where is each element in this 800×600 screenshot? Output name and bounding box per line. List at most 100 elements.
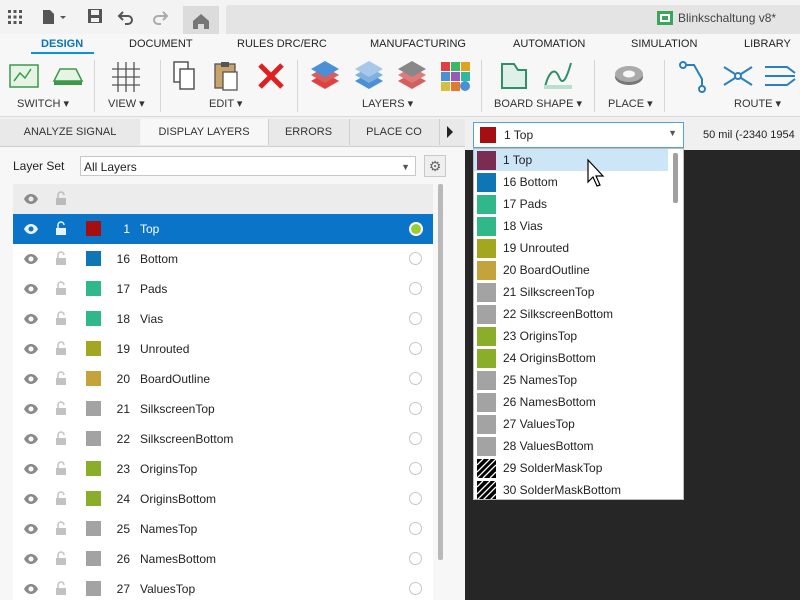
layer-row[interactable]: 22 SilkscreenBottom xyxy=(13,424,433,454)
layer-row[interactable]: 21 SilkscreenTop xyxy=(13,394,433,424)
save-icon[interactable] xyxy=(86,8,104,26)
tab-simulation[interactable]: SIMULATION xyxy=(631,38,697,50)
multi-route-icon[interactable] xyxy=(763,59,800,93)
layer-row[interactable]: 17 Pads xyxy=(13,274,433,304)
visibility-eye-icon[interactable] xyxy=(23,432,39,446)
layer-dropdown-item[interactable]: 26 NamesBottom xyxy=(474,391,668,413)
layer-row[interactable]: 19 Unrouted xyxy=(13,334,433,364)
tab-analyze-signal[interactable]: ANALYZE SIGNAL xyxy=(0,119,141,145)
tab-place-components[interactable]: PLACE CO xyxy=(349,119,440,145)
layer-color-swatch[interactable] xyxy=(86,401,101,416)
layers-group-label[interactable]: LAYERS ▾ xyxy=(362,97,413,110)
tab-manufacturing[interactable]: MANUFACTURING xyxy=(370,38,466,50)
visibility-eye-icon[interactable] xyxy=(23,282,39,296)
gear-icon[interactable]: ⚙ xyxy=(424,155,446,177)
paste-icon[interactable] xyxy=(212,59,242,93)
lock-icon[interactable] xyxy=(55,460,67,476)
layer-color-swatch[interactable] xyxy=(86,461,101,476)
visibility-eye-icon[interactable] xyxy=(23,522,39,536)
layer-color-swatch[interactable] xyxy=(86,251,101,266)
place-group-label[interactable]: PLACE ▾ xyxy=(608,97,653,110)
layer-row[interactable]: 1 Top xyxy=(13,214,433,244)
active-layer-radio[interactable] xyxy=(409,252,422,265)
visibility-eye-icon[interactable] xyxy=(23,582,39,596)
board-shape-group-label[interactable]: BOARD SHAPE ▾ xyxy=(494,97,582,110)
lock-icon[interactable] xyxy=(55,310,67,326)
lock-icon[interactable] xyxy=(55,490,67,506)
layer-color-swatch[interactable] xyxy=(86,581,101,596)
layer-dropdown-item[interactable]: 16 Bottom xyxy=(474,171,668,193)
active-layer-radio[interactable] xyxy=(409,402,422,415)
layer-colors-icon[interactable] xyxy=(438,59,472,93)
layer-color-swatch[interactable] xyxy=(86,371,101,386)
lock-icon[interactable] xyxy=(55,340,67,356)
layer-color-swatch[interactable] xyxy=(86,521,101,536)
layer-dropdown-item[interactable]: 19 Unrouted xyxy=(474,237,668,259)
visibility-eye-icon[interactable] xyxy=(23,402,39,416)
visibility-eye-icon[interactable] xyxy=(23,552,39,566)
lock-icon[interactable] xyxy=(55,250,67,266)
active-layer-combobox[interactable]: 1 Top ▼ xyxy=(473,122,684,148)
layer-row[interactable]: 27 ValuesTop xyxy=(13,574,433,600)
layer-color-swatch[interactable] xyxy=(86,281,101,296)
lock-icon[interactable] xyxy=(55,280,67,296)
layer-list-scrollbar[interactable] xyxy=(438,184,443,560)
place-hole-icon[interactable] xyxy=(612,59,646,93)
layer-row[interactable]: 20 BoardOutline xyxy=(13,364,433,394)
active-layer-radio[interactable] xyxy=(409,372,422,385)
fanout-icon[interactable] xyxy=(721,59,755,93)
copy-icon[interactable] xyxy=(170,59,200,93)
lock-icon[interactable] xyxy=(55,430,67,446)
visibility-eye-icon[interactable] xyxy=(23,462,39,476)
layers-red-icon[interactable] xyxy=(308,59,342,93)
route-group-label[interactable]: ROUTE ▾ xyxy=(734,97,781,110)
tab-display-layers[interactable]: DISPLAY LAYERS xyxy=(140,119,269,145)
visibility-eye-icon[interactable] xyxy=(23,312,39,326)
board-outline-icon[interactable] xyxy=(497,59,531,93)
layer-color-swatch[interactable] xyxy=(86,551,101,566)
layer-color-swatch[interactable] xyxy=(86,341,101,356)
layer-dropdown-item[interactable]: 27 ValuesTop xyxy=(474,413,668,435)
lock-icon[interactable] xyxy=(55,220,67,236)
layer-dropdown-item[interactable]: 21 SilkscreenTop xyxy=(474,281,668,303)
layer-dropdown-item[interactable]: 20 BoardOutline xyxy=(474,259,668,281)
tab-library[interactable]: LIBRARY xyxy=(744,38,791,50)
tab-rules-drc-erc[interactable]: RULES DRC/ERC xyxy=(237,38,327,50)
layer-dropdown-item[interactable]: 25 NamesTop xyxy=(474,369,668,391)
switch-group-label[interactable]: SWITCH ▾ xyxy=(17,97,69,110)
unlock-all-icon[interactable] xyxy=(55,190,67,206)
tab-document[interactable]: DOCUMENT xyxy=(129,38,193,50)
layer-row[interactable]: 24 OriginsBottom xyxy=(13,484,433,514)
layer-dropdown-item[interactable]: 30 SolderMaskBottom xyxy=(474,479,668,499)
layer-dropdown-item[interactable]: 17 Pads xyxy=(474,193,668,215)
lock-icon[interactable] xyxy=(55,520,67,536)
active-layer-radio[interactable] xyxy=(409,312,422,325)
switch-schematic-icon[interactable] xyxy=(8,59,42,93)
layer-row[interactable]: 16 Bottom xyxy=(13,244,433,274)
layer-color-swatch[interactable] xyxy=(86,221,101,236)
board-shape-curve-icon[interactable] xyxy=(541,59,575,93)
active-layer-radio[interactable] xyxy=(409,342,422,355)
active-layer-radio[interactable] xyxy=(409,552,422,565)
file-menu-icon[interactable] xyxy=(40,8,66,26)
tab-scroll-right-button[interactable] xyxy=(440,119,460,145)
layer-row[interactable]: 23 OriginsTop xyxy=(13,454,433,484)
layers-blue-icon[interactable] xyxy=(352,59,386,93)
grid-icon[interactable] xyxy=(108,59,142,93)
visibility-eye-icon[interactable] xyxy=(23,342,39,356)
show-all-eye-icon[interactable] xyxy=(23,192,39,206)
layer-dropdown-item[interactable]: 24 OriginsBottom xyxy=(474,347,668,369)
active-layer-radio[interactable] xyxy=(409,462,422,475)
redo-icon[interactable] xyxy=(151,8,169,26)
layer-dropdown-item[interactable]: 23 OriginsTop xyxy=(474,325,668,347)
active-layer-radio-cell[interactable] xyxy=(401,214,433,244)
layer-color-swatch[interactable] xyxy=(86,431,101,446)
layer-dropdown-item[interactable]: 22 SilkscreenBottom xyxy=(474,303,668,325)
tab-design[interactable]: DESIGN xyxy=(41,38,83,50)
visibility-eye-icon[interactable] xyxy=(23,252,39,266)
lock-icon[interactable] xyxy=(55,370,67,386)
app-grid-icon[interactable] xyxy=(6,8,24,26)
layer-color-swatch[interactable] xyxy=(86,491,101,506)
layers-settings-icon[interactable] xyxy=(395,59,429,93)
active-layer-radio[interactable] xyxy=(409,282,422,295)
